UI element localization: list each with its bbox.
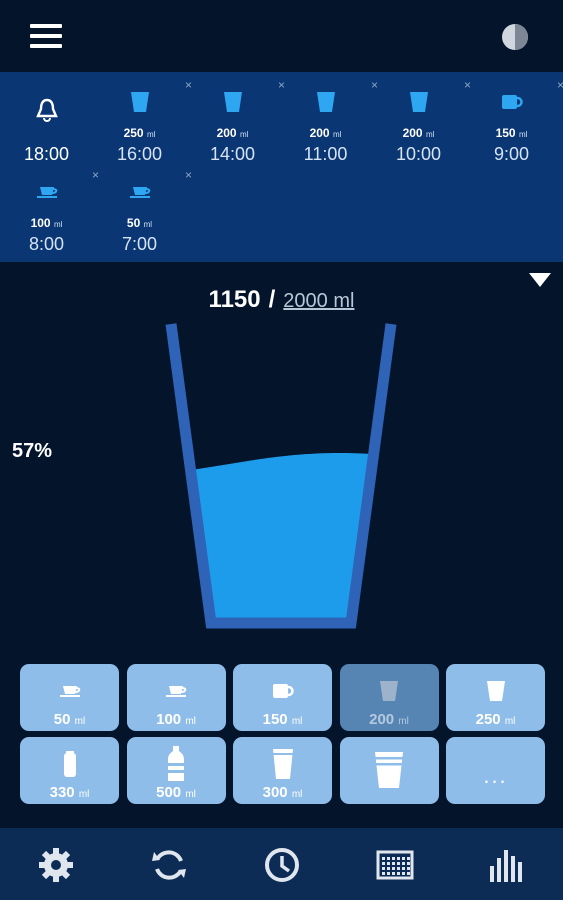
- entry-time: 9:00: [493, 144, 530, 164]
- coffee-cup-icon: [0, 178, 93, 206]
- mug-icon: [465, 88, 558, 116]
- hamburger-menu-icon[interactable]: [30, 24, 64, 50]
- daily-progress: 1150 / 2000 ml: [0, 286, 563, 314]
- cup-label: 200 ml: [369, 711, 409, 728]
- progress-separator: /: [268, 286, 276, 313]
- glass-icon: [186, 88, 279, 116]
- bottom-navigation: [0, 828, 563, 900]
- glass-icon: [340, 674, 439, 708]
- delete-entry-icon[interactable]: ×: [185, 168, 192, 182]
- cup-button[interactable]: 100 ml: [126, 664, 226, 731]
- cup-label: 150 ml: [262, 711, 303, 728]
- cup-button[interactable]: 330 ml: [20, 737, 119, 804]
- entry-time: 16:00: [116, 144, 163, 164]
- glass-icon: [279, 88, 372, 116]
- history-entry[interactable]: 200 ml × 11:00: [279, 74, 378, 164]
- entry-time: 18:00: [23, 144, 70, 164]
- bottle-icon: [127, 746, 226, 781]
- daily-goal-link[interactable]: 2000 ml: [283, 290, 354, 312]
- coffee-cup-icon: [127, 674, 226, 708]
- gear-icon[interactable]: [37, 846, 75, 884]
- entry-amount: 200 ml: [216, 126, 249, 140]
- history-entry[interactable]: 50 ml × 7:00: [93, 164, 192, 254]
- more-cups-button[interactable]: ...: [446, 737, 545, 804]
- coffee-cup-icon: [93, 178, 186, 206]
- glass-icon: [93, 88, 186, 116]
- history-entry[interactable]: 250 ml × 16:00: [93, 74, 192, 164]
- history-entry[interactable]: 100 ml × 8:00: [0, 164, 99, 254]
- mug-icon: [233, 674, 332, 708]
- cup-button[interactable]: [339, 737, 439, 804]
- entry-amount: 150 ml: [495, 126, 528, 140]
- calendar-icon[interactable]: [376, 846, 414, 884]
- cup-label: 50 ml: [53, 711, 86, 728]
- delete-entry-icon[interactable]: ×: [557, 78, 563, 92]
- cup-button[interactable]: 200 ml: [339, 664, 439, 731]
- large-glass-icon: [340, 752, 439, 788]
- coffee-cup-icon: [20, 674, 119, 708]
- cup-label: 250 ml: [475, 711, 516, 728]
- entry-amount: 100 ml: [30, 216, 63, 230]
- cup-label: 100 ml: [156, 711, 196, 728]
- entry-amount: 50 ml: [126, 216, 153, 230]
- glass-icon: [446, 674, 545, 708]
- entry-time: 10:00: [395, 144, 442, 164]
- cup-button[interactable]: 150 ml: [233, 664, 332, 731]
- drink-history-panel: 18:00 250 ml × 16:00 200 ml × 14:00 200 ml × 11:0…: [0, 72, 563, 262]
- entry-amount: 200 ml: [309, 126, 342, 140]
- water-fill: [192, 453, 370, 618]
- entry-time: 8:00: [28, 234, 65, 254]
- cup-button[interactable]: 300 ml: [233, 737, 332, 804]
- cup-size-grid: 50 ml 100 ml 150 ml 200 ml 250 ml 330 ml 500 m…: [20, 664, 546, 806]
- can-icon: [20, 747, 119, 781]
- water-glass-graphic: [165, 323, 397, 629]
- dropdown-triangle-icon[interactable]: [528, 272, 552, 288]
- top-bar: [0, 0, 563, 72]
- cup-button[interactable]: 500 ml: [126, 737, 226, 804]
- tall-glass-icon: [233, 747, 332, 781]
- refresh-icon[interactable]: [150, 846, 188, 884]
- theme-toggle-icon[interactable]: [500, 22, 530, 52]
- cup-label: 330 ml: [49, 784, 90, 801]
- entry-time: 7:00: [121, 234, 158, 254]
- cup-button[interactable]: 250 ml: [446, 664, 545, 731]
- history-entry[interactable]: 200 ml × 10:00: [372, 74, 471, 164]
- history-entry[interactable]: 150 ml × 9:00: [465, 74, 563, 164]
- entry-amount: 200 ml: [402, 126, 435, 140]
- progress-percent: 57%: [12, 440, 53, 462]
- cup-button[interactable]: 50 ml: [20, 664, 119, 731]
- glass-icon: [372, 88, 465, 116]
- bar-chart-icon[interactable]: [488, 846, 526, 884]
- cup-label: 500 ml: [156, 784, 196, 801]
- bell-icon: [0, 96, 93, 124]
- clock-icon[interactable]: [263, 846, 301, 884]
- entry-time: 11:00: [303, 144, 348, 164]
- current-intake: 1150: [208, 286, 261, 313]
- entry-time: 14:00: [209, 144, 256, 164]
- entry-amount: 250 ml: [123, 126, 156, 140]
- cup-label: 300 ml: [262, 784, 303, 801]
- history-entry[interactable]: 200 ml × 14:00: [186, 74, 285, 164]
- more-icon: ...: [483, 763, 508, 788]
- alarm-entry[interactable]: 18:00: [0, 74, 93, 164]
